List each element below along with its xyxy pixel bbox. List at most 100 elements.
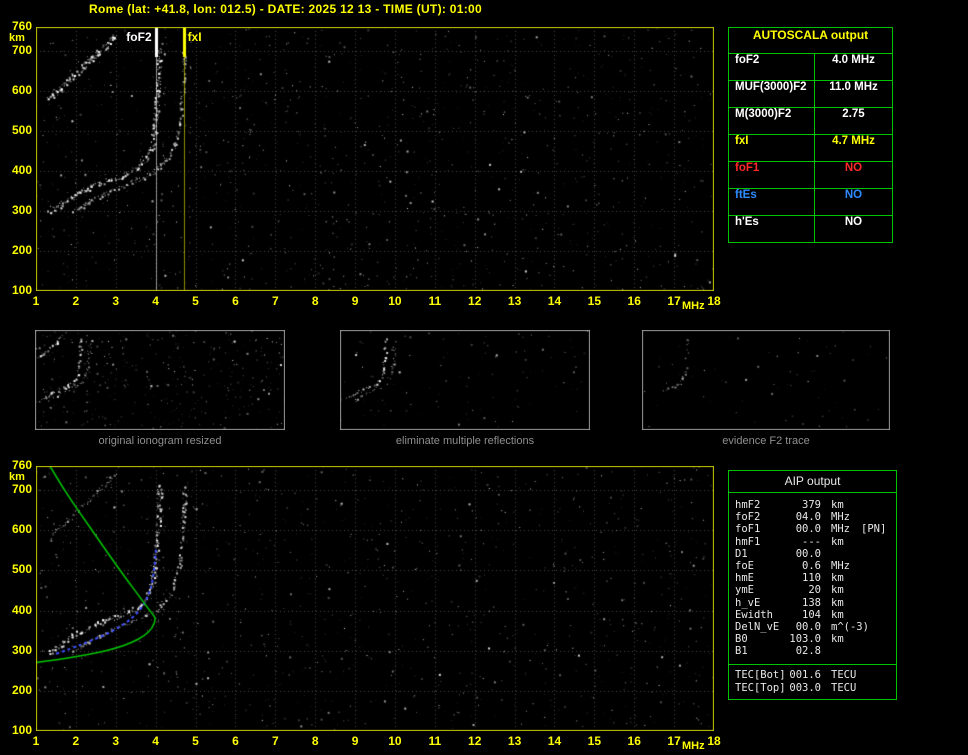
x-tick-label: 14 [544,295,564,308]
x-tick-label: 12 [465,735,485,748]
aip-param-note [861,669,890,681]
aip-param-unit: km [831,536,861,548]
autoscala-param-label: foF1 [729,162,814,188]
aip-row: D100.0 [735,548,890,560]
x-tick-label: 1 [26,295,46,308]
aip-param-note [861,548,890,560]
aip-row: B0103.0km [735,633,890,645]
autoscala-param-value: 11.0 MHz [814,81,892,107]
aip-param-note [861,511,890,523]
x-tick-label: 7 [265,295,285,308]
aip-row: B102.8 [735,645,890,657]
autoscala-output-table: AUTOSCALA output foF24.0 MHzMUF(3000)F21… [728,27,893,243]
main-ionogram-canvas [36,27,714,291]
x-tick-label: 2 [66,295,86,308]
autoscala-app: Rome (lat: +41.8, lon: 012.5) - DATE: 20… [0,0,968,755]
x-tick-label: 6 [225,735,245,748]
aip-row: ymE20km [735,584,890,596]
station-title: Rome (lat: +41.8, lon: 012.5) - DATE: 20… [89,2,482,16]
aip-param-value: 00.0 [787,548,821,560]
x-tick-label: 3 [106,735,126,748]
f2-trace-evidence-canvas [642,330,890,430]
x-tick-label: 9 [345,295,365,308]
y-tick-label: 700 [4,44,32,57]
aip-param-note [861,560,890,572]
x-tick-label: 15 [584,295,604,308]
aip-param-unit: MHz [831,560,861,572]
y-tick-label: 400 [4,164,32,177]
x-tick-label: 18 [704,295,724,308]
aip-row: foE0.6MHz [735,560,890,572]
autoscala-param-label: MUF(3000)F2 [729,81,814,107]
aip-param-value: 001.6 [787,669,821,681]
aip-row: hmF1---km [735,536,890,548]
aip-param-unit: m^(-3) [831,621,861,633]
aip-param-value: 110 [787,572,821,584]
aip-param-value: 00.0 [787,621,821,633]
x-tick-label: 16 [624,295,644,308]
autoscala-param-value: 4.0 MHz [814,54,892,80]
aip-param-value: 0.6 [787,560,821,572]
aip-table-header: AIP output [729,471,896,493]
y-tick-label: 500 [4,124,32,137]
aip-row: foF204.0MHz [735,511,890,523]
autoscala-table-header: AUTOSCALA output [729,28,892,54]
aip-param-unit [831,548,861,560]
aip-param-unit: km [831,584,861,596]
aip-table-rows: hmF2379kmfoF204.0MHzfoF100.0MHz[PN]hmF1-… [729,493,896,661]
autoscala-param-label: h'Es [729,216,814,242]
aip-param-unit: km [831,499,861,511]
autoscala-param-label: fxI [729,135,814,161]
aip-param-note [861,584,890,596]
autoscala-param-label: M(3000)F2 [729,108,814,134]
x-tick-label: 5 [186,735,206,748]
aip-row: TEC[Bot]001.6TECU [735,669,890,681]
marker-label-fxI: fxI [188,31,224,44]
aip-param-note [861,633,890,645]
x-tick-label: 10 [385,735,405,748]
autoscala-param-value: 2.75 [814,108,892,134]
cleaned-ionogram-canvas [340,330,590,430]
y-tick-label: 600 [4,523,32,536]
aip-param-value: 003.0 [787,682,821,694]
aip-param-name: foF1 [735,523,787,535]
aip-param-name: hmE [735,572,787,584]
aip-param-note [861,499,890,511]
aip-param-note [861,572,890,584]
aip-param-unit: km [831,597,861,609]
autoscala-row: foF24.0 MHz [729,54,892,80]
aip-param-value: 103.0 [787,633,821,645]
aip-param-unit: km [831,572,861,584]
aip-param-name: B1 [735,645,787,657]
marker-label-foF2: foF2 [116,31,152,44]
aip-param-name: DelN_vE [735,621,787,633]
x-tick-label: 8 [305,295,325,308]
aip-param-note [861,536,890,548]
autoscala-row: MUF(3000)F211.0 MHz [729,80,892,107]
aip-param-unit [831,645,861,657]
panel-caption-evidence: evidence F2 trace [642,435,890,447]
autoscala-row: h'EsNO [729,215,892,242]
autoscala-param-value: 4.7 MHz [814,135,892,161]
aip-param-value: 379 [787,499,821,511]
x-tick-label: 11 [425,295,445,308]
aip-param-name: hmF2 [735,499,787,511]
x-tick-label: 13 [505,295,525,308]
aip-param-unit: km [831,633,861,645]
x-tick-label: 4 [146,735,166,748]
aip-param-note [861,597,890,609]
aip-param-note: [PN] [861,523,890,535]
y-tick-label: 400 [4,604,32,617]
aip-param-note [861,609,890,621]
x-tick-label: 1 [26,735,46,748]
aip-param-unit: km [831,609,861,621]
autoscala-table-rows: foF24.0 MHzMUF(3000)F211.0 MHzM(3000)F22… [729,54,892,242]
aip-param-value: 04.0 [787,511,821,523]
x-tick-label: 15 [584,735,604,748]
x-tick-label: 13 [505,735,525,748]
y-tick-label: 500 [4,563,32,576]
x-tick-label: 16 [624,735,644,748]
aip-param-value: 104 [787,609,821,621]
aip-param-name: ymE [735,584,787,596]
y-tick-label: 600 [4,84,32,97]
